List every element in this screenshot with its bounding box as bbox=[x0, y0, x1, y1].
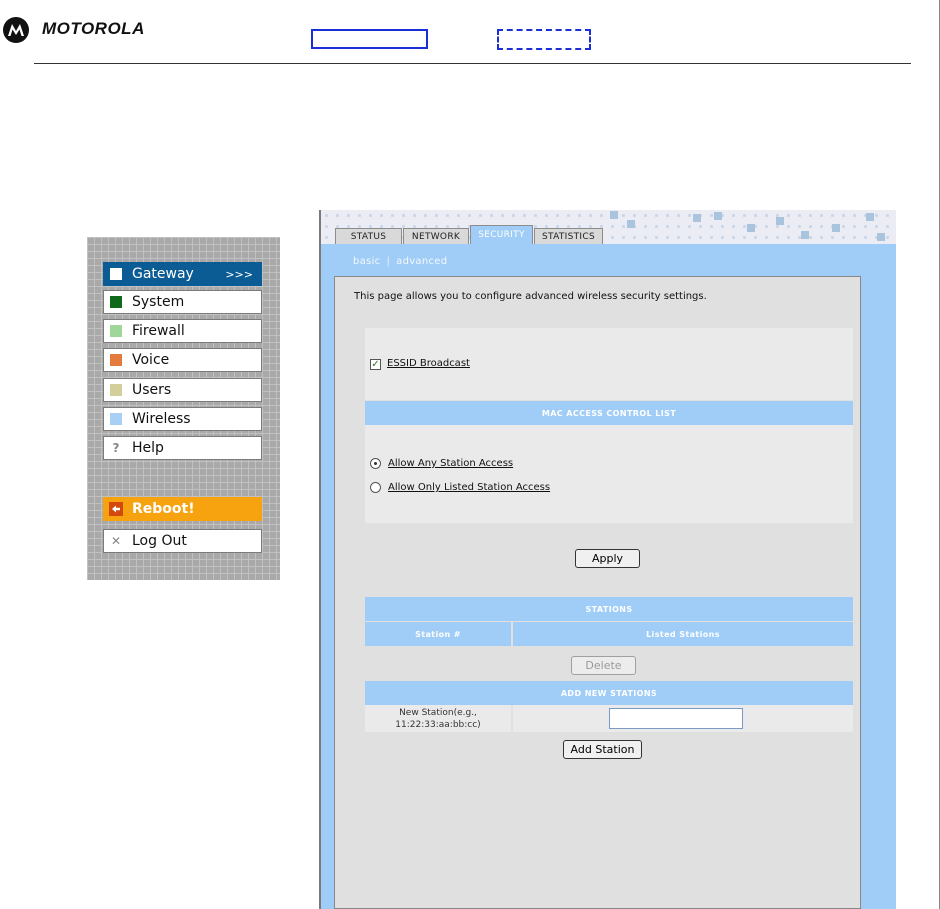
new-station-label-line1: New Station(e.g., bbox=[399, 708, 477, 718]
tab-statistics[interactable]: STATISTICS bbox=[534, 228, 603, 244]
decor-square bbox=[832, 224, 840, 232]
orange-square-icon bbox=[110, 354, 122, 366]
nav-help-button[interactable]: ? Help bbox=[103, 436, 262, 460]
mac-acl-header: MAC ACCESS CONTROL LIST bbox=[365, 401, 853, 425]
subnav-separator: | bbox=[386, 256, 391, 267]
motorola-logo: MOTOROLA bbox=[2, 16, 172, 44]
subnav-advanced-link[interactable]: advanced bbox=[396, 256, 447, 267]
nav-system-label: System bbox=[132, 294, 185, 310]
listed-stations-column-header: Listed Stations bbox=[513, 622, 853, 646]
nav-gateway-label: Gateway bbox=[132, 266, 194, 282]
essid-section: ✓ ESSID Broadcast bbox=[365, 328, 853, 400]
nav-voice-label: Voice bbox=[132, 352, 170, 368]
x-icon: ✕ bbox=[110, 534, 122, 548]
nav-logout-label: Log Out bbox=[132, 533, 187, 549]
add-new-stations-header: ADD NEW STATIONS bbox=[365, 681, 853, 705]
page-intro-text: This page allows you to configure advanc… bbox=[354, 291, 707, 302]
nav-voice-button[interactable]: Voice bbox=[103, 348, 262, 372]
essid-broadcast-checkbox[interactable]: ✓ bbox=[370, 359, 381, 370]
decor-square bbox=[627, 220, 635, 228]
allow-any-station-radio[interactable] bbox=[370, 458, 381, 469]
content-area: This page allows you to configure advanc… bbox=[334, 276, 861, 909]
nav-gateway-button[interactable]: Gateway >>> bbox=[103, 262, 262, 286]
main-panel: STATUS NETWORK SECURITY STATISTICS basic… bbox=[319, 210, 896, 909]
nav-reboot-button[interactable]: Reboot! bbox=[103, 497, 262, 521]
motorola-batwing-icon bbox=[3, 17, 29, 43]
new-station-label: New Station(e.g., 11:22:33:aa:bb:cc) bbox=[365, 705, 511, 732]
nav-help-label: Help bbox=[132, 440, 164, 456]
nav-users-label: Users bbox=[132, 382, 172, 398]
white-square-icon bbox=[110, 268, 122, 280]
tab-status[interactable]: STATUS bbox=[335, 228, 402, 244]
mac-acl-section: Allow Any Station Access Allow Only List… bbox=[365, 425, 853, 523]
essid-broadcast-label[interactable]: ESSID Broadcast bbox=[387, 358, 470, 369]
decor-square bbox=[866, 213, 874, 221]
triple-chevron-icon: >>> bbox=[225, 267, 253, 281]
decor-square bbox=[747, 224, 755, 232]
nav-users-button[interactable]: Users bbox=[103, 378, 262, 402]
nav-wireless-label: Wireless bbox=[132, 411, 191, 427]
stations-header: STATIONS bbox=[365, 597, 853, 621]
khaki-square-icon bbox=[110, 384, 122, 396]
back-arrow-icon bbox=[109, 502, 123, 516]
decor-square bbox=[693, 214, 701, 222]
tab-strip: STATUS NETWORK SECURITY STATISTICS bbox=[321, 210, 896, 244]
side-navigation: Gateway >>> System Firewall Voice Users … bbox=[87, 237, 280, 580]
allow-any-station-label[interactable]: Allow Any Station Access bbox=[388, 458, 513, 469]
nav-system-button[interactable]: System bbox=[103, 290, 262, 314]
decor-square bbox=[610, 211, 618, 219]
brand-name: MOTOROLA bbox=[42, 19, 145, 38]
nav-reboot-label: Reboot! bbox=[132, 501, 195, 517]
sub-navigation: basic | advanced bbox=[353, 256, 447, 267]
header-divider bbox=[34, 63, 911, 64]
decor-square bbox=[801, 231, 809, 239]
nav-firewall-label: Firewall bbox=[132, 323, 185, 339]
new-station-label-line2: 11:22:33:aa:bb:cc) bbox=[395, 720, 481, 730]
decor-square bbox=[714, 212, 722, 220]
nav-firewall-button[interactable]: Firewall bbox=[103, 319, 262, 343]
apply-button[interactable]: Apply bbox=[575, 549, 640, 568]
light-blue-square-icon bbox=[110, 413, 122, 425]
add-station-button[interactable]: Add Station bbox=[563, 740, 642, 759]
dark-green-square-icon bbox=[110, 296, 122, 308]
new-station-input-cell bbox=[513, 705, 853, 732]
new-station-mac-input[interactable] bbox=[609, 708, 743, 729]
subnav-basic-link[interactable]: basic bbox=[353, 256, 380, 267]
station-number-column-header: Station # bbox=[365, 622, 511, 646]
tab-security[interactable]: SECURITY bbox=[470, 225, 533, 244]
decor-square bbox=[776, 217, 784, 225]
light-green-square-icon bbox=[110, 325, 122, 337]
question-mark-icon: ? bbox=[112, 441, 120, 455]
nav-wireless-button[interactable]: Wireless bbox=[103, 407, 262, 431]
header-dashed-link-box[interactable] bbox=[497, 29, 591, 50]
nav-logout-button[interactable]: ✕ Log Out bbox=[103, 529, 262, 553]
tab-network[interactable]: NETWORK bbox=[403, 228, 469, 244]
allow-listed-station-radio[interactable] bbox=[370, 482, 381, 493]
allow-listed-station-label[interactable]: Allow Only Listed Station Access bbox=[388, 482, 550, 493]
header-link-box[interactable] bbox=[311, 29, 428, 49]
decor-square bbox=[877, 233, 885, 241]
delete-button[interactable]: Delete bbox=[571, 656, 636, 675]
